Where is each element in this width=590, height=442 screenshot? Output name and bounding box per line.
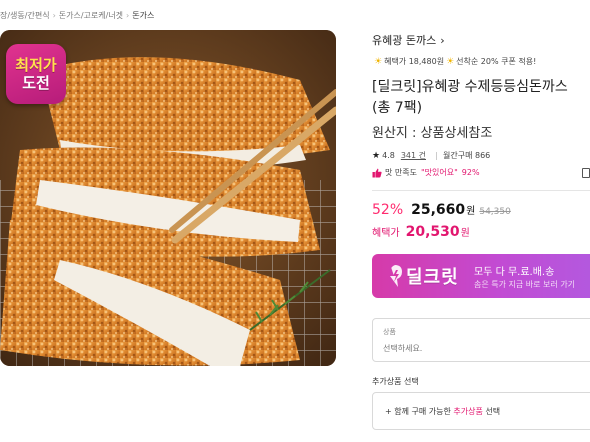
chevron-right-icon: › [126, 10, 130, 20]
addon-section-title: 추가상품 선택 [372, 377, 419, 386]
option-label: 상품 [383, 328, 396, 336]
discount-rate: 52% [372, 202, 404, 218]
breadcrumb-item-category[interactable]: 장/생동/간편식 [0, 10, 50, 21]
dealcrit-banner[interactable]: 딜크릿 모두 다 무.료.배.송 솜은 특가 지금 바로 보러 가기 [372, 254, 590, 298]
product-image: 최저가 도전 [0, 30, 336, 366]
breadcrumb: 장/생동/간편식 › 돈가스/고로케/너겟 › 돈가스 [0, 8, 154, 22]
product-title: [딜크릿]유혜광 수제등등심돈까스 (총 7팩) [372, 77, 590, 119]
addon-prefix: + 함께 구매 가능한 [385, 407, 454, 416]
lowest-price-badge: 최저가 도전 [6, 44, 66, 104]
benefit-price-row: 혜택가 20,530 원 [372, 224, 470, 240]
dealcrit-logo-text: 딜크릿 [406, 267, 459, 288]
share-icon[interactable] [582, 168, 590, 178]
sun-icon: ☀ [446, 56, 455, 67]
bolt-icon [390, 265, 402, 287]
breadcrumb-item-current[interactable]: 돈가스 [132, 10, 154, 21]
sale-price-unit: 원 [466, 206, 476, 217]
promo-text-after: 선착순 20% 쿠폰 적용! [456, 57, 537, 66]
addon-select-text: + 함께 구매 가능한 추가상품 선택 [385, 406, 500, 417]
addon-select[interactable]: + 함께 구매 가능한 추가상품 선택 [372, 392, 590, 430]
promo-text-before: 혜택가 18,480원 [384, 57, 445, 66]
product-title-line2: (총 7팩) [372, 100, 423, 116]
sale-price: 25,660 [411, 202, 466, 218]
satisfaction-percent: 92% [461, 168, 480, 177]
product-origin: 원산지 : 상품상세참조 [372, 126, 493, 141]
benefit-price: 20,530 [405, 224, 460, 240]
original-price: 54,350 [479, 207, 511, 217]
divider [372, 190, 590, 191]
satisfaction-quote: "맛있어요" [420, 168, 458, 177]
benefit-price-unit: 원 [460, 228, 470, 239]
breadcrumb-item-subcategory[interactable]: 돈가스/고로케/너겟 [59, 10, 123, 21]
thumb-up-icon [372, 168, 382, 177]
addon-suffix: 선택 [482, 407, 501, 416]
banner-headline: 모두 다 무.료.배.송 [474, 267, 555, 278]
star-icon: ★ [372, 150, 381, 161]
addon-highlight: 추가상품 [453, 407, 483, 416]
rating-value: 4.8 [382, 151, 395, 160]
satisfaction-label: 맛 만족도 [385, 168, 417, 177]
chevron-right-icon: › [440, 33, 445, 47]
banner-subtext: 솜은 특가 지금 바로 보러 가기 [474, 280, 576, 289]
taste-satisfaction: 맛 만족도 "맛있어요" 92% [372, 167, 480, 178]
brand-link[interactable]: 유혜광 돈까스 › [372, 30, 590, 50]
promo-line: ☀ 혜택가 18,480원 ☀ 선착순 20% 쿠폰 적용! [372, 56, 536, 67]
price-row: 52% 25,660 원 54,350 [372, 202, 511, 218]
divider [436, 151, 437, 160]
product-option-select[interactable]: 상품 선택하세요. [372, 318, 590, 362]
option-placeholder: 선택하세요. [383, 344, 423, 353]
product-title-line1: [딜크릿]유혜광 수제등등심돈까스 [372, 79, 568, 95]
review-count-link[interactable]: 341 건 [401, 150, 426, 161]
sun-icon: ☀ [374, 56, 383, 67]
monthly-purchases: 월간구매 866 [443, 151, 491, 160]
brand-name: 유혜광 돈까스 [372, 34, 437, 47]
product-stats: ★ 4.8 341 건 월간구매 866 [372, 150, 490, 161]
badge-line1: 최저가 [15, 56, 57, 74]
benefit-label: 혜택가 [372, 228, 400, 239]
dealcrit-logo: 딜크릿 [386, 262, 459, 290]
badge-line2: 도전 [22, 74, 50, 92]
chevron-right-icon: › [52, 10, 56, 20]
